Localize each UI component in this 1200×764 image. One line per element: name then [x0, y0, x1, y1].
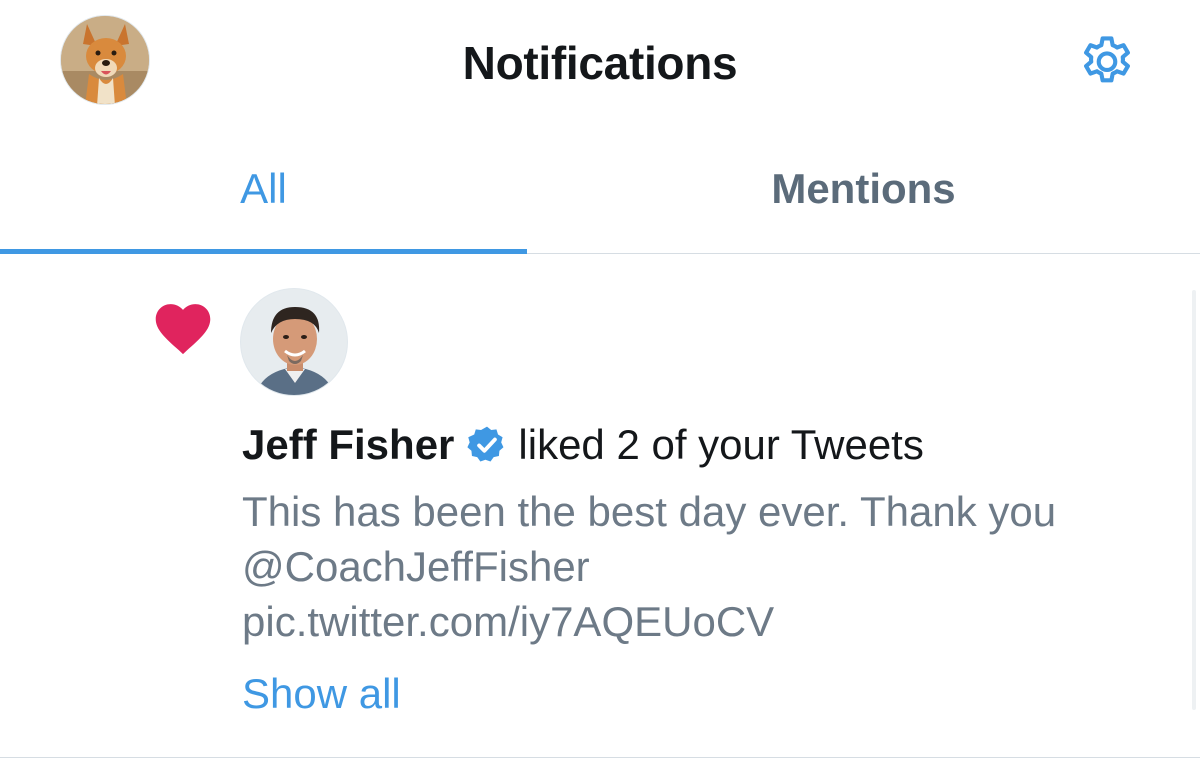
- notification-item[interactable]: Jeff Fisher liked 2 of your Tweets This …: [0, 254, 1200, 758]
- scrollbar[interactable]: [1192, 290, 1196, 710]
- tab-mentions[interactable]: Mentions: [527, 124, 1200, 253]
- page-title: Notifications: [462, 37, 738, 89]
- verified-badge-icon: [467, 426, 504, 462]
- notifications-screen: Notifications All Mentions Jeff Fisher l…: [0, 0, 1200, 764]
- tab-all[interactable]: All: [0, 124, 527, 254]
- gear-icon: [1084, 36, 1130, 83]
- actor-avatar[interactable]: [240, 288, 348, 396]
- tab-all-label: All: [240, 164, 287, 212]
- notification-tabs: All Mentions: [0, 124, 1200, 254]
- notification-summary: Jeff Fisher liked 2 of your Tweets: [242, 419, 924, 471]
- tweet-text[interactable]: This has been the best day ever. Thank y…: [242, 484, 1082, 649]
- person-avatar-image: [241, 289, 347, 395]
- header: Notifications: [0, 0, 1200, 124]
- notification-action-text: liked 2 of your Tweets: [518, 421, 924, 468]
- settings-button[interactable]: [1074, 30, 1140, 96]
- show-all-link[interactable]: Show all: [242, 666, 401, 721]
- actor-name[interactable]: Jeff Fisher: [242, 419, 454, 471]
- heart-icon: [155, 304, 211, 355]
- tab-mentions-label: Mentions: [771, 164, 956, 212]
